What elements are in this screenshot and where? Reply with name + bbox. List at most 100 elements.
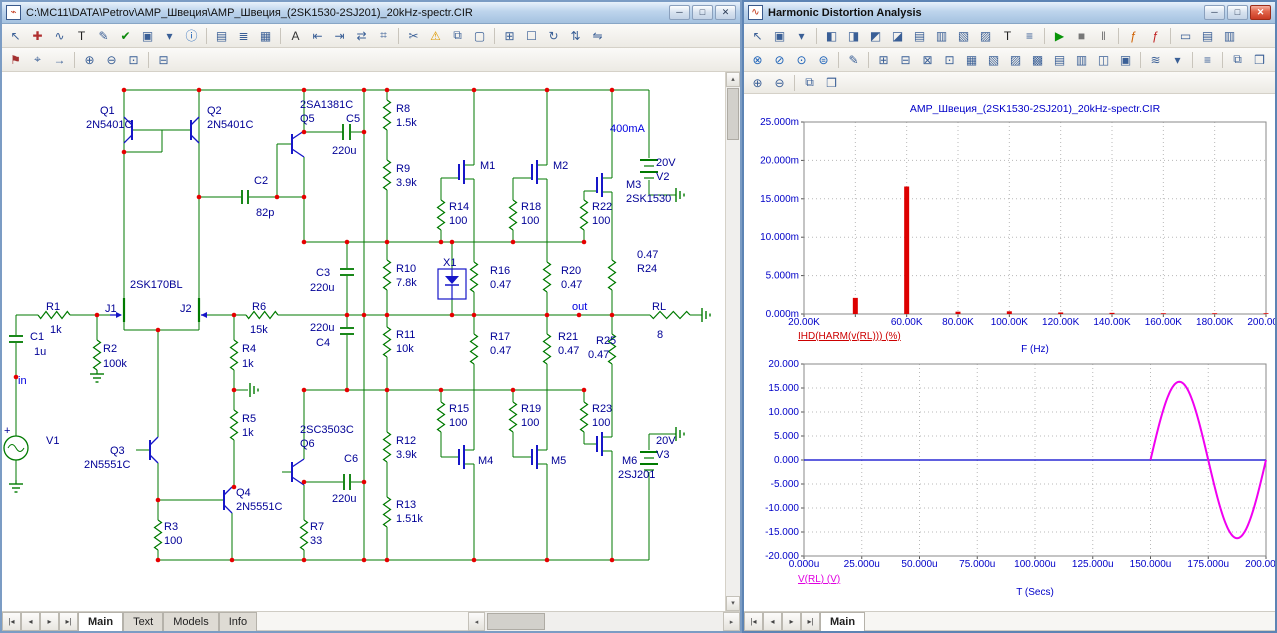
- document-icon[interactable]: ▤: [211, 26, 232, 46]
- schematic-titlebar[interactable]: ⌁ C:\MC11\DATA\Petrov\AMP_Швеция\AMP_Шве…: [2, 2, 740, 24]
- cursor-y-icon[interactable]: ⊘: [769, 50, 790, 70]
- vertical-tag-icon[interactable]: ▤: [909, 26, 930, 46]
- component-mode-icon[interactable]: ✚: [27, 26, 48, 46]
- tab-nav-button-2[interactable]: ▸: [782, 612, 801, 631]
- restore-button[interactable]: □: [692, 5, 713, 20]
- horizontal-scroll-thumb[interactable]: [487, 613, 545, 630]
- text-mode-icon[interactable]: T: [997, 26, 1018, 46]
- zoom-area-icon[interactable]: ⊡: [123, 50, 144, 70]
- camera-icon[interactable]: ⊟: [153, 50, 174, 70]
- clipboard-icon[interactable]: ▣: [137, 26, 158, 46]
- zoom-in-plot-icon[interactable]: ⊕: [747, 73, 768, 93]
- tab-main[interactable]: Main: [820, 612, 865, 631]
- dropdown-icon[interactable]: ▾: [1167, 50, 1188, 70]
- align-left-icon[interactable]: ⇤: [307, 26, 328, 46]
- baseline-icon[interactable]: ▤: [1049, 50, 1070, 70]
- clipboard-icon[interactable]: ▣: [769, 26, 790, 46]
- border-box-icon[interactable]: ☐: [521, 26, 542, 46]
- pause-icon[interactable]: ‖: [1093, 26, 1114, 46]
- series-label[interactable]: V(RL) (V): [798, 574, 840, 585]
- waveform-chart[interactable]: 0.000u25.000u50.000u75.000u100.000u125.0…: [746, 356, 1275, 602]
- minimize-button[interactable]: ─: [669, 5, 690, 20]
- fft-icon[interactable]: ƒ: [1145, 26, 1166, 46]
- schematic-canvas[interactable]: Q12N5401CQ22N5401C2SA1381CQ5C5220uR81.5k…: [2, 72, 725, 611]
- mirror-icon[interactable]: ⇋: [587, 26, 608, 46]
- flag-icon[interactable]: ⚑: [5, 50, 26, 70]
- cursor-z-icon[interactable]: ⊙: [791, 50, 812, 70]
- tab-main[interactable]: Main: [78, 612, 123, 631]
- zoom-out-icon[interactable]: ⊖: [101, 50, 122, 70]
- panel-left-icon[interactable]: ▤: [1197, 26, 1218, 46]
- cursor-mode-icon[interactable]: ◨: [843, 26, 864, 46]
- tab-nav-button-0[interactable]: |◂: [744, 612, 763, 631]
- tab-nav-button-1[interactable]: ◂: [21, 612, 40, 631]
- tokens-icon[interactable]: ⊟: [895, 50, 916, 70]
- target-icon[interactable]: ⊜: [813, 50, 834, 70]
- scale-mode-icon[interactable]: ◧: [821, 26, 842, 46]
- notes-icon[interactable]: ▦: [255, 26, 276, 46]
- harmonic-spectrum-chart[interactable]: 20.00K60.00K80.00K100.00K120.00K140.00K1…: [746, 98, 1275, 356]
- vertical-scrollbar[interactable]: ▴ ▾: [725, 72, 740, 611]
- scroll-up-button[interactable]: ▴: [726, 72, 740, 87]
- flip-vertical-icon[interactable]: ⇅: [565, 26, 586, 46]
- close-button[interactable]: ✕: [715, 5, 736, 20]
- analysis-titlebar[interactable]: ∿ Harmonic Distortion Analysis ─ □ ✕: [744, 2, 1275, 24]
- wire-mode-icon[interactable]: ∿: [49, 26, 70, 46]
- scroll-right-button[interactable]: ▸: [723, 612, 740, 631]
- align-right-icon[interactable]: ⇥: [329, 26, 350, 46]
- zoom-out-plot-icon[interactable]: ⊖: [769, 73, 790, 93]
- goto-icon[interactable]: →: [49, 50, 70, 70]
- cursor-x-icon[interactable]: ⊗: [747, 50, 768, 70]
- point-tag-icon[interactable]: ◩: [865, 26, 886, 46]
- copy-icon[interactable]: ⧉: [447, 26, 468, 46]
- tracker-icon[interactable]: ▥: [1071, 50, 1092, 70]
- pan-mode-icon[interactable]: ▧: [953, 26, 974, 46]
- vertical-axis-grid-icon[interactable]: ▧: [983, 50, 1004, 70]
- tab-models[interactable]: Models: [163, 612, 218, 631]
- grid-toggle-icon[interactable]: ⊞: [499, 26, 520, 46]
- edit-icon[interactable]: ✎: [843, 50, 864, 70]
- log-x-icon[interactable]: ▨: [1005, 50, 1026, 70]
- data-points-icon[interactable]: ⊞: [873, 50, 894, 70]
- find-icon[interactable]: ⌖: [27, 50, 48, 70]
- tab-info[interactable]: Info: [219, 612, 257, 631]
- text-tool-icon[interactable]: T: [71, 26, 92, 46]
- minimize-button[interactable]: ─: [1204, 5, 1225, 20]
- warning-icon[interactable]: ⚠: [425, 26, 446, 46]
- horizontal-scrollbar[interactable]: ◂ ▸: [468, 612, 740, 631]
- dropdown-icon[interactable]: ▾: [791, 26, 812, 46]
- info-icon[interactable]: ⓘ: [181, 26, 202, 46]
- zoom-mode-icon[interactable]: ▨: [975, 26, 996, 46]
- attribute-text-icon[interactable]: A: [285, 26, 306, 46]
- log-y-icon[interactable]: ▩: [1027, 50, 1048, 70]
- tab-nav-button-3[interactable]: ▸|: [59, 612, 78, 631]
- properties-icon[interactable]: ≣: [233, 26, 254, 46]
- check-icon[interactable]: ✔: [115, 26, 136, 46]
- cut-icon[interactable]: ✂: [403, 26, 424, 46]
- node-numbers-icon[interactable]: ⌗: [373, 26, 394, 46]
- plus-marks-icon[interactable]: ⊡: [939, 50, 960, 70]
- fourier-icon[interactable]: ƒ: [1123, 26, 1144, 46]
- vertical-scroll-thumb[interactable]: [727, 88, 739, 140]
- panel-right-icon[interactable]: ▥: [1219, 26, 1240, 46]
- restore-button[interactable]: □: [1227, 5, 1248, 20]
- select-arrow-icon[interactable]: ↖: [5, 26, 26, 46]
- select-arrow-icon[interactable]: ↖: [747, 26, 768, 46]
- tab-nav-button-3[interactable]: ▸|: [801, 612, 820, 631]
- pencil-icon[interactable]: ✎: [93, 26, 114, 46]
- horizontal-scroll-track[interactable]: [485, 612, 723, 631]
- stop-icon[interactable]: ■: [1071, 26, 1092, 46]
- ruler-icon[interactable]: ⊠: [917, 50, 938, 70]
- add-page-icon[interactable]: ❒: [821, 73, 842, 93]
- properties-icon[interactable]: ≡: [1019, 26, 1040, 46]
- scroll-left-button[interactable]: ◂: [468, 612, 485, 631]
- horizontal-axis-grid-icon[interactable]: ▦: [961, 50, 982, 70]
- numeric-output-icon[interactable]: ≡: [1197, 50, 1218, 70]
- horizontal-tag-icon[interactable]: ◪: [887, 26, 908, 46]
- tree-icon[interactable]: ≋: [1145, 50, 1166, 70]
- tab-nav-button-0[interactable]: |◂: [2, 612, 21, 631]
- tab-nav-button-2[interactable]: ▸: [40, 612, 59, 631]
- zoom-in-icon[interactable]: ⊕: [79, 50, 100, 70]
- swap-icon[interactable]: ⇄: [351, 26, 372, 46]
- close-button[interactable]: ✕: [1250, 5, 1271, 20]
